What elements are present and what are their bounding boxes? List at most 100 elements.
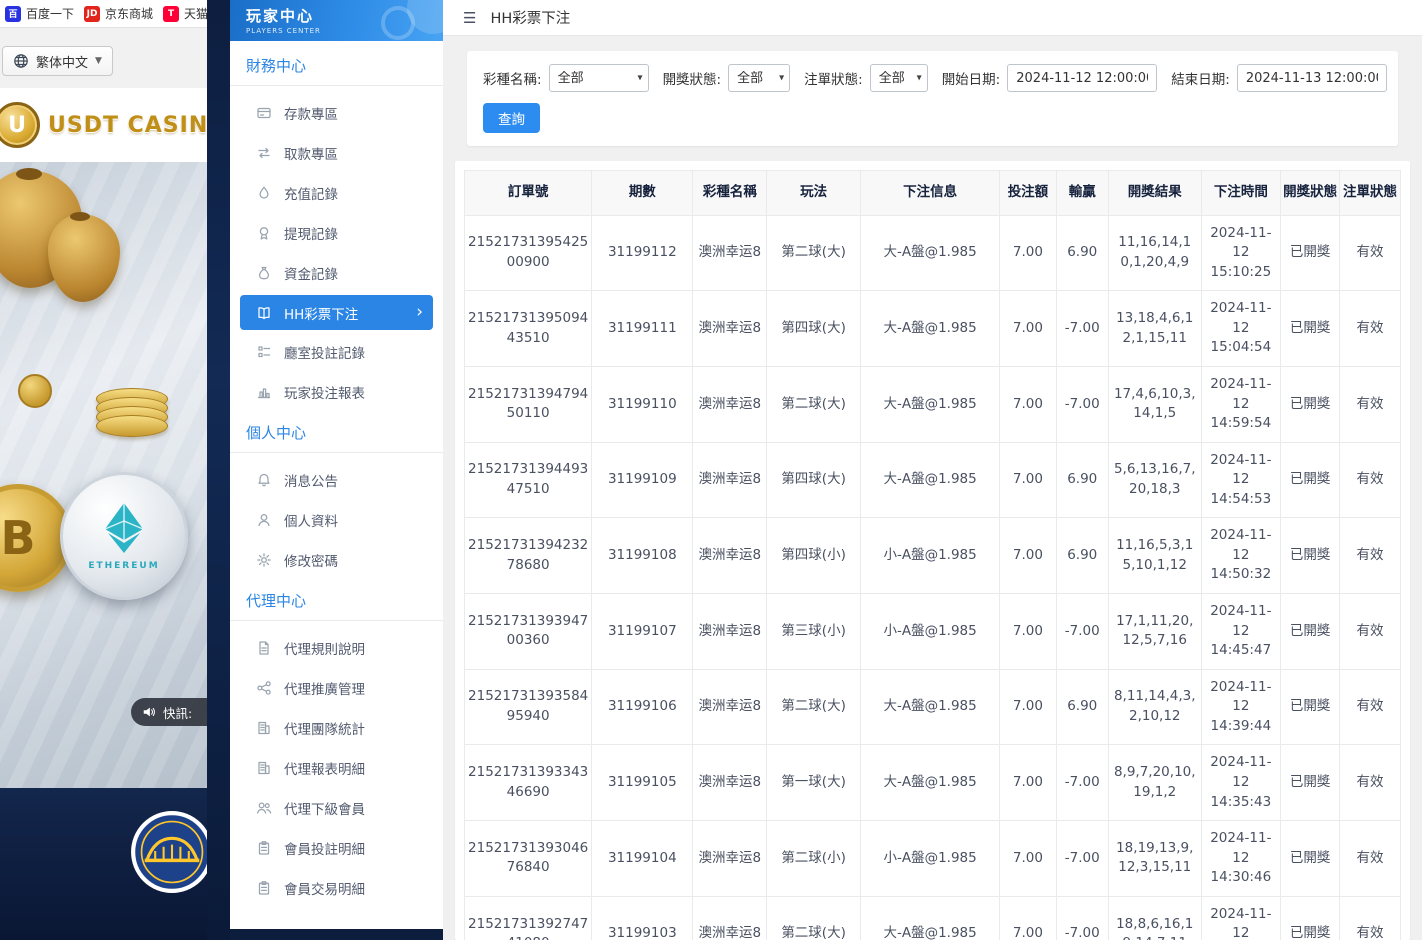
end-date-input[interactable] [1237,64,1387,92]
sidebar-item-label: 消息公告 [284,470,338,490]
cell-lottery-name: 澳洲幸运8 [693,594,767,670]
language-selector[interactable]: 繁体中文 ▼ [2,46,113,76]
draw-status-select[interactable]: 全部 [728,64,790,92]
site-logo[interactable]: U USDT CASINO [0,88,207,162]
sidebar-subtitle: PLAYERS CENTER [246,27,443,35]
cell-period: 31199103 [592,896,693,940]
building-icon [256,760,272,776]
cell-lottery-name: 澳洲幸运8 [693,896,767,940]
news-ticker[interactable]: 快訊: [131,698,207,726]
cell-bet-amount: 7.00 [1000,215,1056,291]
sidebar-item-2-2[interactable]: 代理團隊統計 [230,708,443,748]
sidebar-item-2-1[interactable]: 代理推廣管理 [230,668,443,708]
bookmark-favicon-icon: JD [84,6,100,22]
menu-toggle-icon[interactable]: ☰ [463,9,476,27]
cell-bet-amount: 7.00 [1000,594,1056,670]
card-icon [256,105,272,121]
cell-lottery-name: 澳洲幸运8 [693,442,767,518]
sidebar-item-0-4[interactable]: 資金記錄 [230,253,443,293]
sidebar-item-label: 廳室投註記錄 [284,342,365,362]
sidebar-item-label: 代理規則說明 [284,638,365,658]
brand-name: USDT CASINO [48,113,207,138]
droplet-icon [256,185,272,201]
cell-period: 31199110 [592,366,693,442]
moneybag-icon [256,265,272,281]
sidebar-item-0-5[interactable]: HH彩票下注› [240,295,433,330]
cell-bet-time: 2024-11-12 15:10:25 [1201,215,1281,291]
ethereum-diamond-icon [102,502,146,554]
cell-bet-time: 2024-11-12 15:04:54 [1201,291,1281,367]
order-status-select[interactable]: 全部 [870,64,928,92]
sidebar-item-1-1[interactable]: 個人資料 [230,500,443,540]
user-icon [256,512,272,528]
table-row: 215217313933434669031199105澳洲幸运8第一球(大)大-… [465,745,1401,821]
sidebar-section-heading: 個人中心 [230,412,443,453]
table-row: 215217313927474108031199103澳洲幸运8第二球(大)大-… [465,896,1401,940]
bookmark-item-2[interactable]: T 天猫 [163,5,207,22]
lottery-filter-select[interactable]: 全部 [549,64,649,92]
sidebar-item-2-5[interactable]: 會員投註明細 [230,828,443,868]
lottery-filter-label: 彩種名稱: [483,68,542,88]
cell-win-loss: 6.90 [1056,215,1108,291]
cell-bet-amount: 7.00 [1000,821,1056,897]
cell-win-loss: -7.00 [1056,594,1108,670]
bookmark-item-0[interactable]: 百百度一下 [5,5,74,22]
query-button[interactable]: 查詢 [483,103,540,133]
cell-play: 第四球(小) [767,518,861,594]
cell-win-loss: -7.00 [1056,366,1108,442]
sidebar-item-label: HH彩票下注 [284,303,358,323]
cell-draw-status: 已開獎 [1281,821,1340,897]
col-header-bet-time: 下注時間 [1201,171,1281,216]
sidebar-item-1-2[interactable]: 修改密碼 [230,540,443,580]
sidebar-item-0-0[interactable]: 存款專區 [230,93,443,133]
cell-draw-status: 已開獎 [1281,594,1340,670]
cell-bet-time: 2024-11-12 14:50:32 [1201,518,1281,594]
col-header-period: 期數 [592,171,693,216]
sidebar-item-2-4[interactable]: 代理下級會員 [230,788,443,828]
cell-bet-info: 小-A盤@1.985 [860,518,999,594]
usdt-coin-icon: U [0,102,40,148]
draw-status-filter-select[interactable]: 全部 [728,64,790,92]
cell-win-loss: -7.00 [1056,291,1108,367]
bell-icon [256,472,272,488]
cell-play: 第二球(大) [767,896,861,940]
sidebar-item-0-6[interactable]: 廳室投註記錄 [230,332,443,372]
sidebar-item-0-1[interactable]: 取款專區 [230,133,443,173]
sidebar-item-label: 修改密碼 [284,550,338,570]
sidebar-item-2-6[interactable]: 會員交易明細 [230,868,443,908]
sidebar-item-2-0[interactable]: 代理規則說明 [230,628,443,668]
gold-coin-icon [18,374,52,408]
start-date-input[interactable] [1007,64,1157,92]
bookmark-item-1[interactable]: JD京东商城 [84,5,153,22]
cell-draw-result: 17,4,6,10,3,14,1,5 [1108,366,1201,442]
cell-play: 第三球(小) [767,594,861,670]
sidebar-item-1-0[interactable]: 消息公告 [230,460,443,500]
order-status-filter-select[interactable]: 全部 [870,64,928,92]
sidebar-item-2-3[interactable]: 代理報表明細 [230,748,443,788]
promo-background: B ETHEREUM 快訊: [0,162,207,788]
cell-draw-status: 已開獎 [1281,366,1340,442]
sidebar-item-0-7[interactable]: 玩家投注報表 [230,372,443,412]
col-header-bet-amount: 投注額 [1000,171,1056,216]
bookmark-label: 天猫 [184,5,207,22]
cell-bet-time: 2024-11-12 14:54:53 [1201,442,1281,518]
cell-order-status: 有效 [1340,518,1401,594]
cell-bet-amount: 7.00 [1000,896,1056,940]
table-row: 215217313939470036031199107澳洲幸运8第三球(小)小-… [465,594,1401,670]
sidebar-nav: 財務中心存款專區取款專區充值記錄提現記錄資金記錄HH彩票下注›廳室投註記錄玩家投… [230,41,443,940]
cell-win-loss: -7.00 [1056,745,1108,821]
sidebar-item-label: 取款專區 [284,143,338,163]
bookmark-favicon-icon: T [163,6,179,22]
cell-bet-amount: 7.00 [1000,291,1056,367]
lottery-select[interactable]: 全部 [549,64,649,92]
list-icon [256,344,272,360]
cell-win-loss: 6.90 [1056,669,1108,745]
page-title: HH彩票下注 [490,7,570,28]
cell-bet-time: 2024-11-12 14:30:46 [1201,821,1281,897]
sidebar-item-0-3[interactable]: 提現記錄 [230,213,443,253]
cell-draw-result: 17,1,11,20,12,5,7,16 [1108,594,1201,670]
sidebar-item-label: 代理報表明細 [284,758,365,778]
cell-order-no: 2152173139334346690 [465,745,592,821]
sidebar-item-0-2[interactable]: 充值記錄 [230,173,443,213]
table-row: 215217313935849594031199106澳洲幸运8第二球(大)大-… [465,669,1401,745]
